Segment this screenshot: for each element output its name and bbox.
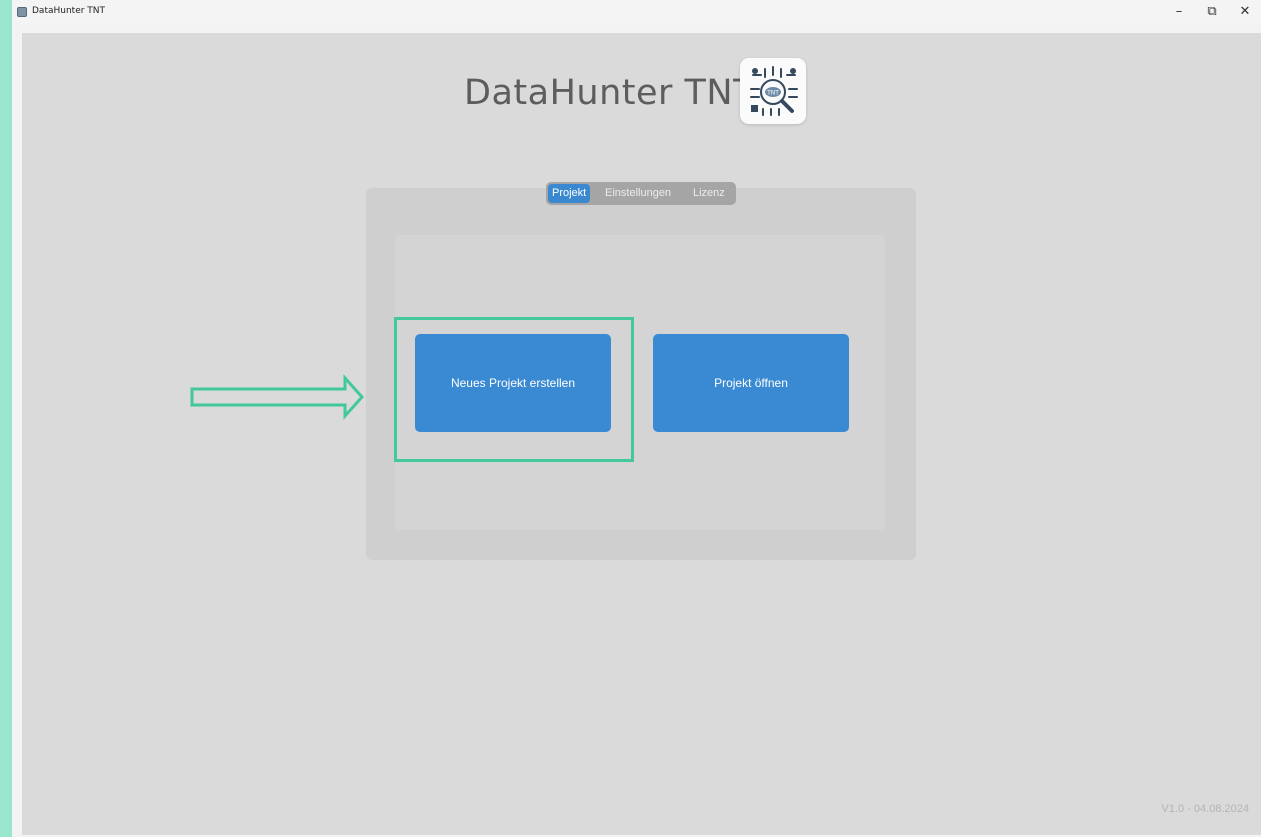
pointer-arrow-icon [190,374,365,420]
window-title: DataHunter TNT [32,6,106,16]
magnifier-circuit-logo-icon: TNT [750,66,798,116]
restore-button[interactable]: ⧉ [1199,3,1225,21]
highlight-box [394,317,634,462]
tab-lizenz[interactable]: Lizenz [689,184,729,203]
close-button[interactable]: ✕ [1232,3,1258,21]
app-heading: DataHunter TNT [464,73,755,113]
title-bar: DataHunter TNT – ⧉ ✕ [12,0,1261,25]
tab-bar: Projekt Einstellungen Lizenz [546,182,736,205]
app-window: DataHunter TNT – ⧉ ✕ DataHunter TNT TNT … [12,0,1261,837]
app-icon [17,7,27,17]
minimize-button[interactable]: – [1166,3,1192,21]
svg-text:TNT: TNT [766,90,779,97]
app-logo: TNT [740,58,806,124]
open-project-button[interactable]: Projekt öffnen [653,334,849,432]
tab-einstellungen[interactable]: Einstellungen [601,184,675,203]
tab-projekt[interactable]: Projekt [548,184,591,203]
main-content: DataHunter TNT TNT Projekt Einstellungen… [22,33,1261,835]
version-label: V1.0 - 04.08.2024 [1161,803,1249,815]
